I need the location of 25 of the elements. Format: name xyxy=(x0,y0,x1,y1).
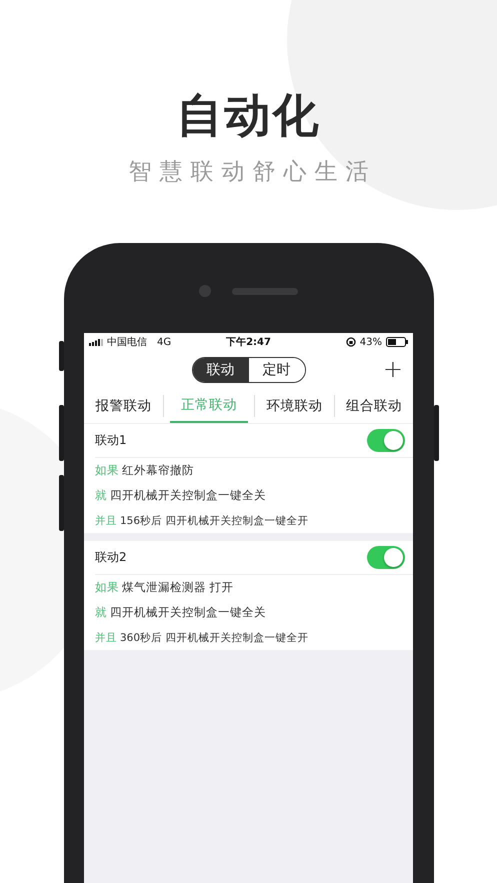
tagline: 智慧联动舒心生活 xyxy=(128,158,376,187)
rotation-lock-icon xyxy=(346,337,356,347)
status-time: 下午2:47 xyxy=(226,336,271,349)
carrier: 中国电信 xyxy=(107,336,147,349)
network-type: 4G xyxy=(157,336,172,348)
battery-percent: 43% xyxy=(360,336,382,348)
toggle-switch[interactable] xyxy=(367,429,405,452)
rule-text: 并且 360秒后 四开机械开关控制盒一键全开 xyxy=(95,630,310,646)
rule-text: 就 四开机械开关控制盒一键全关 xyxy=(95,604,267,621)
category-tab[interactable]: 组合联动 xyxy=(334,389,413,423)
battery-icon xyxy=(386,337,408,347)
linkage-name: 联动1 xyxy=(95,432,128,449)
category-tab[interactable]: 环境联动 xyxy=(255,389,334,423)
category-tab[interactable]: 报警联动 xyxy=(84,389,162,423)
rule-text: 就 四开机械开关控制盒一键全关 xyxy=(95,487,267,504)
segment-tab[interactable]: 联动 xyxy=(192,358,248,382)
rule-text: 如果 煤气泄漏检测器 打开 xyxy=(95,579,235,596)
camera-icon xyxy=(199,285,211,297)
linkage-name: 联动2 xyxy=(95,549,128,566)
rule-text: 如果 红外幕帘撤防 xyxy=(95,462,195,479)
signal-icon xyxy=(89,338,103,346)
rule-text: 并且 156秒后 四开机械开关控制盒一键全开 xyxy=(95,514,310,528)
add-button[interactable]: + xyxy=(382,357,403,381)
headline: 自动化 xyxy=(176,87,320,144)
toggle-switch[interactable] xyxy=(367,546,405,569)
